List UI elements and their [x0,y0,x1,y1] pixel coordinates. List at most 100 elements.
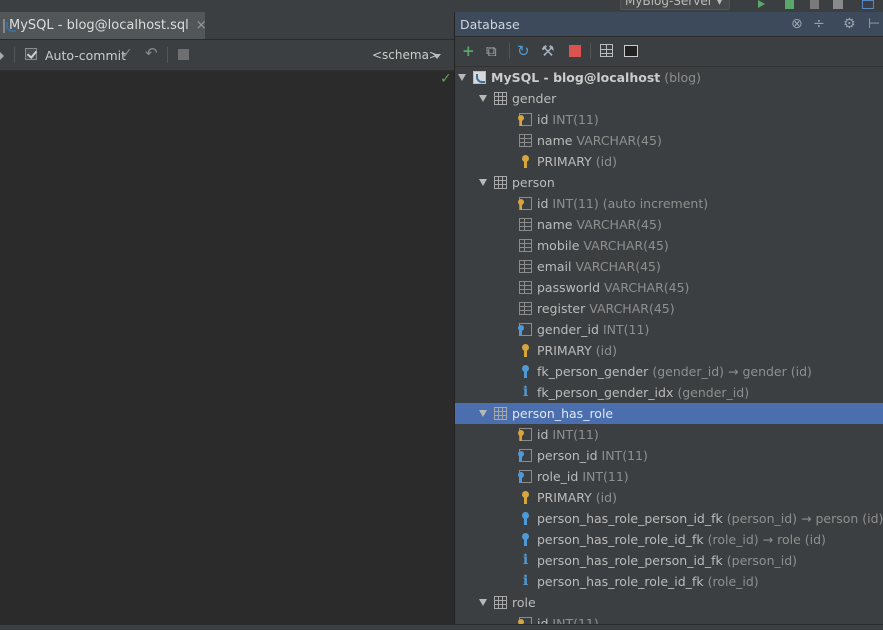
database-toolbar: + ⧉ ↻ ⚒ [455,37,883,67]
primary-key-column-icon [518,197,532,210]
tree-item[interactable]: i person_has_role_person_id_fk (person_id) [455,550,883,571]
tree-root-datasource[interactable]: MySQL - blog@localhost (blog) [455,67,883,88]
foreign-key-column-icon [518,449,532,462]
refresh-icon[interactable]: ↻ [517,42,530,60]
tree-item-detail: INT(11) [602,322,650,337]
primary-key-column-icon [518,113,532,126]
tree-item-detail: (id) [595,154,617,169]
run-icon[interactable] [758,0,765,8]
tree-item-label: role [512,595,536,610]
tree-item[interactable]: gender_id INT(11) [455,319,883,340]
tree-item-detail: VARCHAR(45) [575,259,661,274]
properties-icon[interactable]: ⚒ [541,42,554,60]
project-structure-icon[interactable] [862,0,874,9]
sync-icon[interactable]: ⊗ [791,16,803,32]
expand-triangle-icon[interactable] [479,179,487,186]
disconnect-icon[interactable] [569,45,581,57]
tree-item-label: person_id [537,448,598,463]
stop-icon[interactable] [833,0,843,9]
hide-icon[interactable]: ⊢ [868,16,880,32]
tree-item-label: person_has_role_role_id_fk [537,532,704,547]
tree-item[interactable]: id INT(11) [455,109,883,130]
run-config-label: MyBlog-Server [625,0,713,8]
tree-item-label: id [537,196,549,211]
debug-icon[interactable] [785,0,794,9]
tree-item-label: fk_person_gender_idx [537,385,674,400]
primary-key-icon [519,344,532,357]
tree-item-table[interactable]: role [455,592,883,613]
table-editor-icon[interactable] [600,44,613,57]
tree-item-detail: VARCHAR(45) [583,238,669,253]
tree-item[interactable]: id INT(11) (auto increment) [455,193,883,214]
expand-triangle-icon[interactable] [479,95,487,102]
chevron-down-icon[interactable] [433,54,441,59]
tree-item[interactable]: name VARCHAR(45) [455,214,883,235]
add-icon[interactable]: + [462,42,475,60]
editor-tab-sql-console[interactable]: MySQL - blog@localhost.sql × [0,12,207,39]
tree-item-label: person_has_role_person_id_fk [537,511,723,526]
tree-item-table[interactable]: gender [455,88,883,109]
tree-item[interactable]: register VARCHAR(45) [455,298,883,319]
tab-title: MySQL - blog@localhost.sql [9,18,189,33]
tree-item-label: register [537,301,586,316]
mysql-file-icon [3,18,16,33]
coverage-icon[interactable] [810,0,819,9]
tree-item-detail: (person_id) [726,553,798,568]
tree-item-label: name [537,133,573,148]
tree-item[interactable]: PRIMARY (id) [455,151,883,172]
tree-item[interactable]: role_id INT(11) [455,466,883,487]
autocommit-checkbox[interactable] [25,48,37,60]
tree-item-label: fk_person_gender [537,364,649,379]
scroll-left-icon[interactable] [0,52,4,60]
expand-triangle-icon[interactable] [479,410,487,417]
tree-item-detail: INT(11) [552,427,599,442]
tree-item[interactable]: person_has_role_person_id_fk (person_id) … [455,508,883,529]
toolbar-separator [14,47,15,63]
copy-icon[interactable]: ⧉ [486,42,497,60]
close-icon[interactable]: × [196,18,207,33]
tree-item-label: person_has_role [512,406,614,421]
rollback-icon[interactable]: ↶ [145,44,158,62]
primary-key-icon [519,491,532,504]
sql-editor-area[interactable] [0,71,454,629]
toolbar-separator [509,43,510,59]
tree-item[interactable]: person_has_role_role_id_fk (role_id) → ro… [455,529,883,550]
tree-item[interactable]: i person_has_role_role_id_fk (role_id) [455,571,883,592]
tree-item[interactable]: PRIMARY (id) [455,340,883,361]
gear-icon[interactable]: ⚙ [843,16,856,32]
table-icon [494,176,507,189]
tree-item-label: PRIMARY [537,490,592,505]
tree-item[interactable]: i fk_person_gender_idx (gender_id) [455,382,883,403]
console-icon[interactable] [624,45,638,57]
table-icon [494,92,507,105]
run-configuration-select[interactable]: MyBlog-Server ▾ [620,0,730,10]
editor-toolbar: Auto-commit ✓ ↶ <schema> [0,40,454,71]
tree-item-label: gender [512,91,557,106]
table-icon [494,407,507,420]
tree-item-table[interactable]: person [455,172,883,193]
schema-select[interactable]: <schema> [372,48,439,62]
tree-item[interactable]: PRIMARY (id) [455,487,883,508]
tree-item[interactable]: mobile VARCHAR(45) [455,235,883,256]
collapse-icon[interactable]: ÷ [813,16,825,32]
tree-item[interactable]: name VARCHAR(45) [455,130,883,151]
commit-icon[interactable]: ✓ [121,46,133,62]
tree-item-label: PRIMARY [537,343,592,358]
cancel-running-statement-icon[interactable] [178,49,189,60]
tree-item-label: person [512,175,555,190]
index-icon: i [522,552,529,568]
tree-item[interactable]: email VARCHAR(45) [455,256,883,277]
tree-item[interactable]: id INT(11) [455,424,883,445]
tree-item[interactable]: passworld VARCHAR(45) [455,277,883,298]
tree-item-table[interactable]: person_has_role [455,403,883,424]
top-toolbar-strip: MyBlog-Server ▾ [0,0,883,12]
tree-item-detail: (role_id) [707,574,759,589]
expand-triangle-icon[interactable] [458,74,466,81]
tree-item-label: mobile [537,238,580,253]
tree-item[interactable]: fk_person_gender (gender_id) → gender (id… [455,361,883,382]
tree-item[interactable]: person_id INT(11) [455,445,883,466]
expand-triangle-icon[interactable] [479,599,487,606]
tree-item-detail: INT(11) [552,112,599,127]
tree-item-detail: (id) [595,490,617,505]
toolbar-separator [590,43,591,59]
